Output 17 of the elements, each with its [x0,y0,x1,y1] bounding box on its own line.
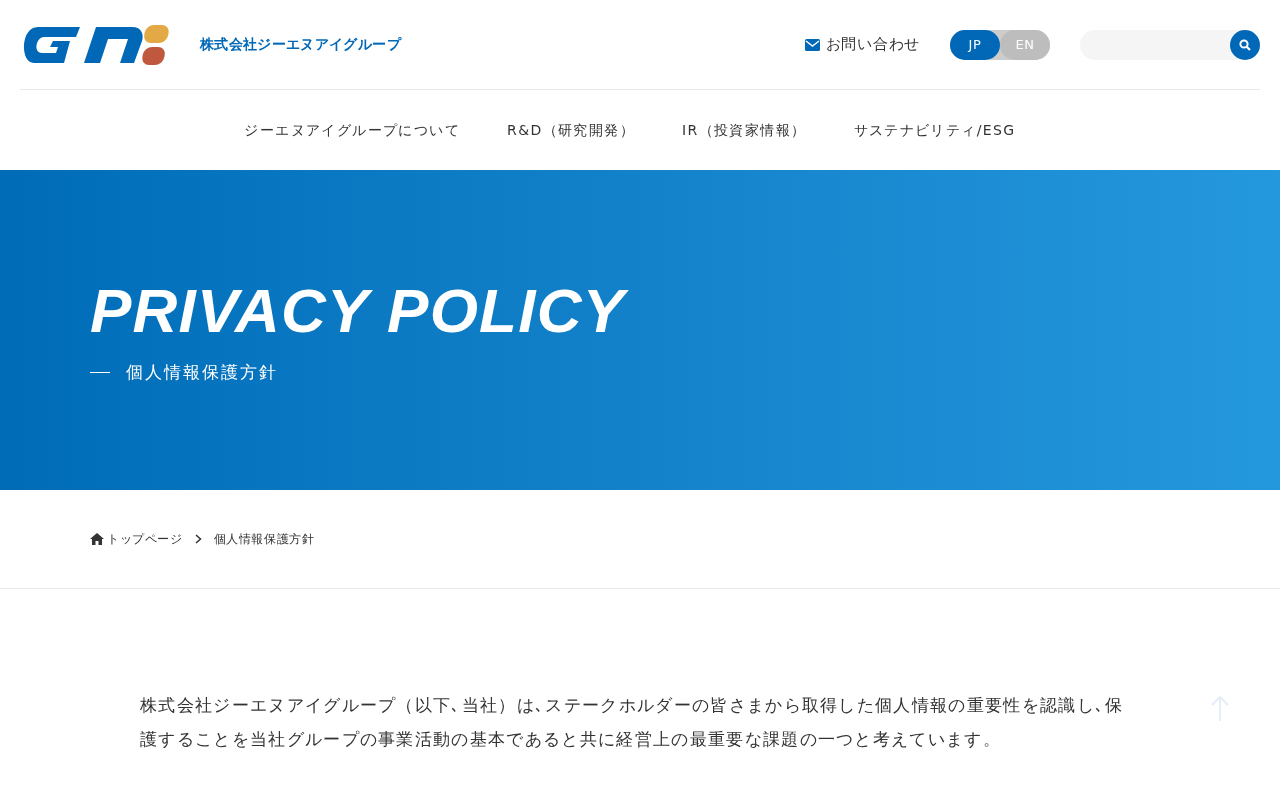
chevron-icon [194,534,202,544]
contact-link[interactable]: お問い合わせ [804,33,920,56]
page-subtitle: 個人情報保護方針 [126,361,279,384]
home-icon [90,533,104,545]
nav-link[interactable]: IR（投資家情報） [682,119,807,141]
search-field[interactable] [1080,29,1260,60]
search-icon [1239,38,1251,51]
nav-link[interactable]: R&D（研究開発） [507,119,636,141]
company-name: 株式会社ジーエヌアイグループ [200,35,401,54]
language-tab[interactable]: JP [950,29,1000,60]
nav-link[interactable]: サステナビリティ/ESG [853,119,1016,141]
nav-link[interactable]: ジーエヌアイグループについて [244,119,460,141]
breadcrumb-link[interactable]: トップページ [90,530,183,548]
intro-paragraph: 株式会社ジーエヌアイグループ（以下､当社）は､ステークホルダーの皆さまから取得した個人情報の重要性を認識し､保護することを当社グループの事業活動の基本であると共に経営上の最重要な課題の一つと考えています。 [140,695,1125,751]
breadcrumb-current: 個人情報保護方針 [213,531,315,548]
search-button[interactable] [1230,29,1260,60]
mail-icon [804,38,820,51]
